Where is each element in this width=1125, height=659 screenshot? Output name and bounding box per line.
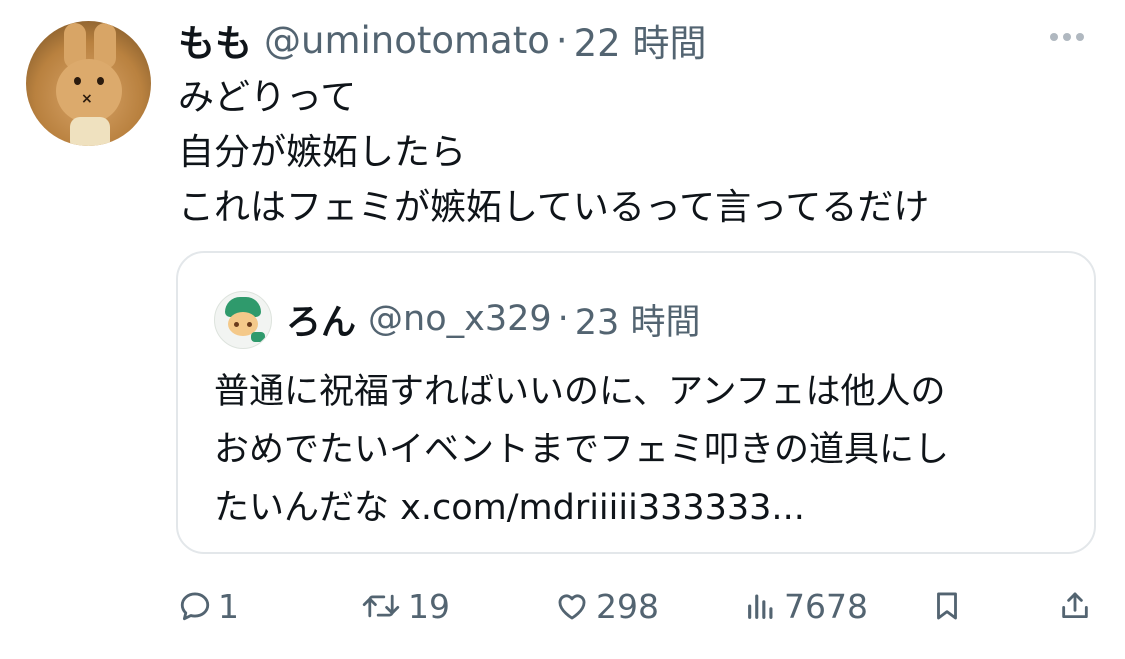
bookmark-icon xyxy=(937,592,957,620)
quoted-text-line: たいんだな x.com/mdriiiii333333... xyxy=(214,488,805,528)
author-avatar[interactable]: × xyxy=(26,21,151,146)
quoted-tweet-header: ろん @no_x329 · 23 時間 xyxy=(286,291,700,347)
tweet-text-line: これはフェミが嫉妬しているって言ってるだけ xyxy=(178,187,930,228)
reply-count: 1 xyxy=(218,586,239,626)
quoted-tweet-text: 普通に祝福すればいいのに、アンフェは他人の おめでたいイベントまでフェミ叩きの道… xyxy=(214,363,949,537)
tweet-header: もも @uminotomato · 22 時間 xyxy=(178,14,706,66)
more-horizontal-icon[interactable] xyxy=(1050,33,1084,41)
quoted-author-display-name[interactable]: ろん xyxy=(286,294,356,345)
reply-icon xyxy=(180,592,210,621)
quoted-text-line: 普通に祝福すればいいのに、アンフェは他人の xyxy=(214,372,946,412)
share-button[interactable] xyxy=(1058,576,1092,636)
quoted-author-avatar[interactable] xyxy=(214,291,272,349)
tweet-actions-bar: 1 19 298 7678 xyxy=(0,576,1125,636)
tweet-timestamp[interactable]: 22 時間 xyxy=(574,13,707,67)
quoted-text-line: おめでたいイベントまでフェミ叩きの道具にし xyxy=(214,430,950,470)
author-handle[interactable]: @uminotomato xyxy=(264,19,550,62)
share-icon xyxy=(1062,592,1088,619)
views-button[interactable]: 7678 xyxy=(744,576,868,636)
quoted-tweet[interactable]: ろん @no_x329 · 23 時間 普通に祝福すればいいのに、アンフェは他人… xyxy=(176,251,1096,554)
views-count: 7678 xyxy=(784,586,868,626)
bookmark-button[interactable] xyxy=(930,576,964,636)
repost-count: 19 xyxy=(408,586,450,626)
reply-button[interactable]: 1 xyxy=(178,576,239,636)
tweet-text: みどりって 自分が嫉妬したら これはフェミが嫉妬しているって言ってるだけ xyxy=(178,70,929,235)
quoted-author-handle[interactable]: @no_x329 xyxy=(368,299,552,339)
tweet-text-line: 自分が嫉妬したら xyxy=(178,132,467,173)
like-button[interactable]: 298 xyxy=(554,576,659,636)
repost-icon xyxy=(362,594,400,618)
views-icon xyxy=(748,594,773,619)
quoted-header-separator: · xyxy=(557,299,569,339)
tweet: × もも @uminotomato · 22 時間 みどりって 自分が嫉妬したら… xyxy=(0,0,1125,659)
heart-icon xyxy=(558,594,586,620)
tweet-text-line: みどりって xyxy=(178,77,357,118)
repost-button[interactable]: 19 xyxy=(360,576,450,636)
author-display-name[interactable]: もも xyxy=(178,13,252,67)
like-count: 298 xyxy=(596,586,659,626)
quoted-tweet-timestamp[interactable]: 23 時間 xyxy=(575,294,701,345)
header-separator: · xyxy=(555,18,568,62)
